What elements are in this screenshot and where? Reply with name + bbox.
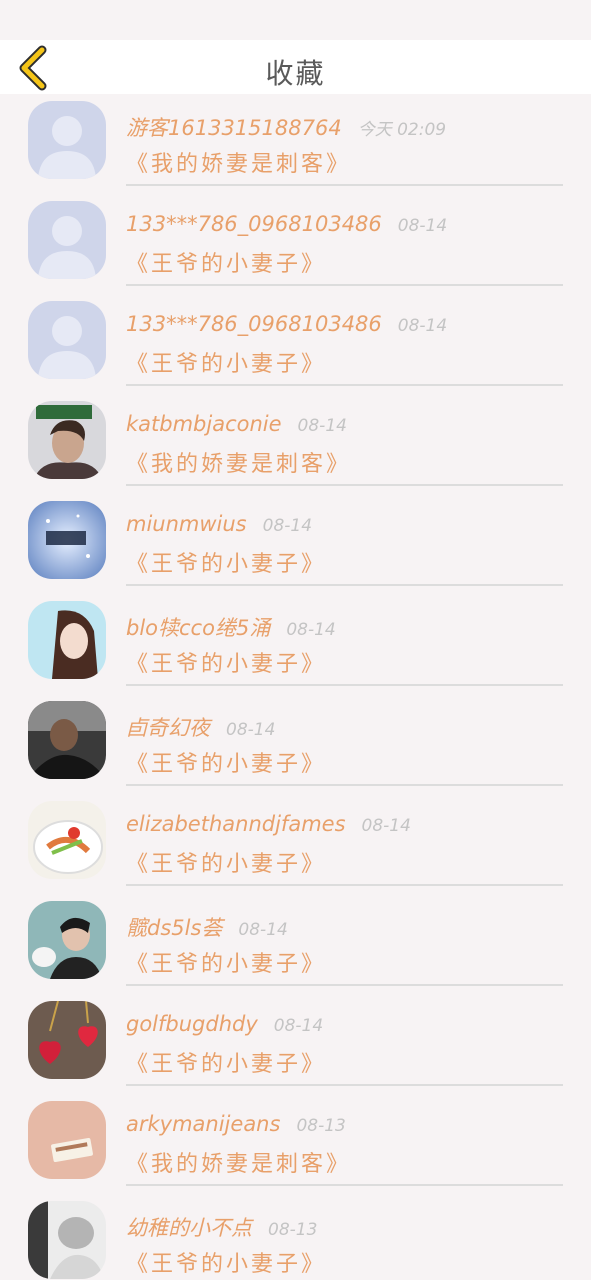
book-title: 《王爷的小妻子》 <box>126 552 327 577</box>
user-avatar <box>28 501 106 579</box>
user-name: arkymanijeans <box>126 1112 281 1136</box>
timestamp: 08-14 <box>397 216 448 236</box>
user-avatar <box>28 401 106 479</box>
page-title: 收藏 <box>265 57 326 90</box>
divider <box>126 684 563 686</box>
timestamp: 08-13 <box>296 1116 346 1136</box>
user-avatar <box>28 901 106 979</box>
list-item[interactable]: golfbugdhdy 08-14 《王爷的小妻子》 <box>0 994 591 1094</box>
user-name: katbmbjaconie <box>126 412 282 436</box>
user-avatar <box>28 801 106 879</box>
timestamp: 08-14 <box>226 720 276 740</box>
user-name: 133***786_0968103486 <box>126 312 382 336</box>
user-avatar <box>28 601 106 679</box>
user-name: 髋ds5ls荟 <box>126 916 223 940</box>
user-name: 幼稚的小不点 <box>126 1216 252 1240</box>
book-title: 《王爷的小妻子》 <box>126 1052 327 1077</box>
divider <box>126 484 563 486</box>
book-title: 《王爷的小妻子》 <box>126 352 327 377</box>
status-bar <box>0 0 591 40</box>
list-item[interactable]: katbmbjaconie 08-14 《我的娇妻是刺客》 <box>0 394 591 494</box>
timestamp: 08-14 <box>286 620 336 640</box>
divider <box>126 784 563 786</box>
timestamp: 08-14 <box>262 516 313 536</box>
list-item[interactable]: arkymanijeans 08-13 《我的娇妻是刺客》 <box>0 1094 591 1194</box>
user-avatar <box>28 701 106 779</box>
book-title: 《王爷的小妻子》 <box>126 952 327 977</box>
user-name: golfbugdhdy <box>126 1012 258 1036</box>
book-title: 《我的娇妻是刺客》 <box>126 452 352 477</box>
divider <box>126 384 563 386</box>
book-title: 《王爷的小妻子》 <box>126 252 327 277</box>
divider <box>126 1084 563 1086</box>
divider <box>126 984 563 986</box>
book-title: 《王爷的小妻子》 <box>126 752 327 777</box>
timestamp: 08-14 <box>273 1016 324 1036</box>
user-name: miunmwius <box>126 512 247 536</box>
list-item[interactable]: 133***786_0968103486 08-14 《王爷的小妻子》 <box>0 194 591 294</box>
divider <box>126 584 563 586</box>
default-avatar-icon <box>28 201 106 279</box>
list-item[interactable]: miunmwius 08-14 《王爷的小妻子》 <box>0 494 591 594</box>
user-name: 卣奇幻夜 <box>126 716 210 740</box>
user-name: 游客1613315188764 <box>126 116 342 140</box>
book-title: 《我的娇妻是刺客》 <box>126 1152 352 1177</box>
timestamp: 08-14 <box>361 816 411 836</box>
divider <box>126 284 563 286</box>
timestamp: 08-14 <box>238 920 288 940</box>
book-title: 《王爷的小妻子》 <box>126 1252 327 1277</box>
user-name: blo犊cco绻5涌 <box>126 616 271 640</box>
list-item[interactable]: 卣奇幻夜 08-14 《王爷的小妻子》 <box>0 694 591 794</box>
book-title: 《王爷的小妻子》 <box>126 852 327 877</box>
divider <box>126 884 563 886</box>
default-avatar-icon <box>28 101 106 179</box>
timestamp: 08-13 <box>268 1220 318 1240</box>
header: 收藏 <box>0 40 591 94</box>
timestamp: 08-14 <box>297 416 347 436</box>
user-avatar <box>28 1001 106 1079</box>
book-title: 《王爷的小妻子》 <box>126 652 327 677</box>
divider <box>126 1184 563 1186</box>
list-item[interactable]: blo犊cco绻5涌 08-14 《王爷的小妻子》 <box>0 594 591 694</box>
user-avatar <box>28 1101 106 1179</box>
timestamp: 今天 02:09 <box>357 120 447 140</box>
timestamp: 08-14 <box>397 316 448 336</box>
default-avatar-icon <box>28 301 106 379</box>
list-item[interactable]: 游客1613315188764 今天 02:09 《我的娇妻是刺客》 <box>0 94 591 194</box>
divider <box>126 184 563 186</box>
list-item[interactable]: 髋ds5ls荟 08-14 《王爷的小妻子》 <box>0 894 591 994</box>
user-name: elizabethanndjfames <box>126 812 346 836</box>
list-item[interactable]: 幼稚的小不点 08-13 《王爷的小妻子》 <box>0 1194 591 1280</box>
user-name: 133***786_0968103486 <box>126 212 382 236</box>
favorites-list: 游客1613315188764 今天 02:09 《我的娇妻是刺客》 133**… <box>0 94 591 1280</box>
user-avatar <box>28 1201 106 1279</box>
book-title: 《我的娇妻是刺客》 <box>126 152 352 177</box>
list-item[interactable]: 133***786_0968103486 08-14 《王爷的小妻子》 <box>0 294 591 394</box>
list-item[interactable]: elizabethanndjfames 08-14 《王爷的小妻子》 <box>0 794 591 894</box>
